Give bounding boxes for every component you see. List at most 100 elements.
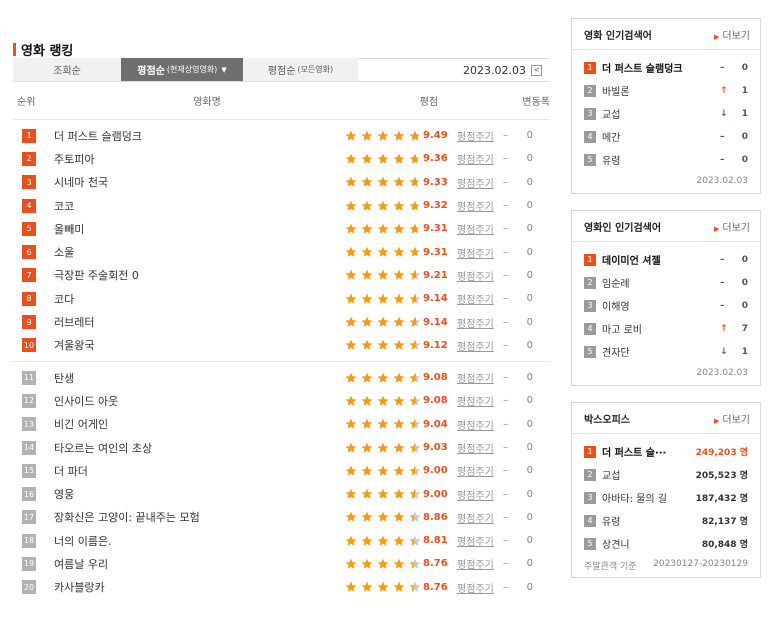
tab-by-views[interactable]: 조회순 (13, 58, 121, 81)
tab-label: 평점순 (267, 66, 296, 77)
rank-change: –0 (720, 132, 748, 142)
star-icon (361, 442, 373, 453)
rate-link[interactable]: 평점주기 (457, 370, 503, 385)
rank-change: –0 (503, 153, 533, 164)
movie-title-link[interactable]: 올빼미 (36, 221, 343, 237)
rate-link[interactable]: 평점주기 (457, 487, 503, 502)
search-term-link[interactable]: 견자단 (602, 344, 720, 359)
star-icon (393, 488, 405, 499)
movie-title-link[interactable]: 여름날 우리 (36, 556, 343, 572)
list-item: 1 더 퍼스트 슬··· 249,203 명 (572, 440, 760, 463)
audience-count: 187,432 명 (695, 494, 748, 504)
tab-by-rating-all[interactable]: 평점순 (모든영화) (243, 58, 358, 81)
star-rating (343, 269, 423, 281)
movie-title-link[interactable]: 장화신은 고양이: 끝내주는 모험 (36, 509, 343, 525)
rate-link[interactable]: 평점주기 (457, 175, 503, 190)
rate-link[interactable]: 평점주기 (457, 393, 503, 408)
movie-title-link[interactable]: 유령 (602, 513, 702, 528)
rate-link[interactable]: 평점주기 (457, 245, 503, 260)
movie-title-link[interactable]: 영웅 (36, 486, 343, 502)
movie-title-link[interactable]: 러브레터 (36, 314, 343, 330)
rate-link[interactable]: 평점주기 (457, 198, 503, 213)
rank-badge: 19 (22, 556, 36, 571)
movie-title-link[interactable]: 소울 (36, 244, 343, 260)
movie-title-link[interactable]: 주토피아 (36, 151, 343, 167)
star-icon (361, 372, 373, 383)
arrow-down-icon: ↓ (720, 346, 728, 357)
rate-link[interactable]: 평점주기 (457, 440, 503, 455)
search-term-link[interactable]: 임순례 (602, 275, 720, 290)
star-icon (361, 246, 373, 257)
rate-link[interactable]: 평점주기 (457, 533, 503, 548)
rate-link[interactable]: 평점주기 (457, 510, 503, 525)
star-icon (377, 511, 389, 523)
search-term-link[interactable]: 유령 (602, 152, 720, 167)
rate-link[interactable]: 평점주기 (457, 463, 503, 478)
star-icon (345, 465, 357, 476)
search-term-link[interactable]: 메간 (602, 129, 720, 144)
rank-badge: 4 (584, 514, 596, 527)
rate-link[interactable]: 평점주기 (457, 221, 503, 236)
movie-title-link[interactable]: 겨울왕국 (36, 337, 343, 353)
change-sign: – (503, 223, 508, 235)
rate-link[interactable]: 평점주기 (457, 315, 503, 330)
star-icon (361, 130, 373, 141)
more-link[interactable]: ▶ 더보기 (714, 411, 750, 426)
rate-link[interactable]: 평점주기 (457, 417, 503, 432)
movie-title-link[interactable]: 교섭 (602, 467, 696, 482)
movie-title-link[interactable]: 상견니 (602, 536, 702, 551)
more-link[interactable]: ▶ 더보기 (714, 27, 750, 42)
movie-title-link[interactable]: 코다 (36, 291, 343, 307)
arrow-up-icon: ↑ (720, 323, 728, 334)
movie-title-link[interactable]: 아바타: 물의 길 (602, 490, 696, 505)
more-link[interactable]: ▶ 더보기 (714, 219, 750, 234)
movie-title-link[interactable]: 카사블랑카 (36, 579, 343, 595)
change-value: 0 (526, 200, 533, 212)
rank-badge: 5 (584, 153, 596, 166)
change-sign: – (503, 316, 508, 328)
rate-link[interactable]: 평점주기 (457, 338, 503, 353)
rank-change: –0 (503, 419, 533, 430)
star-icon (393, 395, 405, 406)
search-term-link[interactable]: 마고 로비 (602, 321, 720, 336)
movie-title-link[interactable]: 극장판 주술회전 0 (36, 267, 343, 283)
movie-title-link[interactable]: 코코 (36, 198, 343, 214)
rate-link[interactable]: 평점주기 (457, 128, 503, 143)
rate-link[interactable]: 평점주기 (457, 291, 503, 306)
star-icon (361, 418, 373, 430)
star-icon (345, 558, 357, 569)
rate-link[interactable]: 평점주기 (457, 580, 503, 595)
movie-title-link[interactable]: 시네마 천국 (36, 174, 343, 190)
search-term-link[interactable]: 교섭 (602, 106, 720, 121)
search-term-link[interactable]: 이해영 (602, 298, 720, 313)
tab-by-rating-current[interactable]: 평점순 (현재상영영화) ▼ (121, 58, 243, 81)
star-icon (393, 581, 405, 593)
star-icon (377, 200, 389, 211)
star-icon (361, 270, 373, 281)
change-value: 0 (526, 176, 533, 188)
rank-badge: 4 (22, 198, 36, 213)
rate-link[interactable]: 평점주기 (457, 268, 503, 283)
rank-badge: 3 (584, 491, 596, 504)
rate-link[interactable]: 평점주기 (457, 151, 503, 166)
rate-link[interactable]: 평점주기 (457, 556, 503, 571)
movie-title-link[interactable]: 너의 이름은. (36, 533, 343, 549)
movie-title-link[interactable]: 더 퍼스트 슬··· (602, 444, 696, 459)
star-icon (345, 372, 357, 383)
prev-date-button[interactable]: < (531, 64, 542, 76)
search-term-link[interactable]: 데이미언 셔젤 (602, 252, 720, 267)
movie-title-link[interactable]: 비긴 어게인 (36, 416, 343, 432)
star-icon (409, 488, 421, 499)
search-term-link[interactable]: 바빌론 (602, 83, 720, 98)
movie-title-link[interactable]: 더 파더 (36, 463, 343, 479)
movie-title-link[interactable]: 타오르는 여인의 초상 (36, 440, 343, 456)
rank-change: –0 (503, 395, 533, 406)
star-icon (393, 153, 405, 164)
movie-title-link[interactable]: 더 퍼스트 슬램덩크 (36, 128, 343, 144)
star-icon (377, 176, 389, 188)
movie-title-link[interactable]: 인사이드 아웃 (36, 393, 343, 409)
ranking-title-text: 영화 랭킹 (21, 43, 74, 59)
star-icon (393, 176, 405, 188)
movie-title-link[interactable]: 탄생 (36, 370, 343, 386)
search-term-link[interactable]: 더 퍼스트 슬램덩크 (602, 60, 720, 75)
